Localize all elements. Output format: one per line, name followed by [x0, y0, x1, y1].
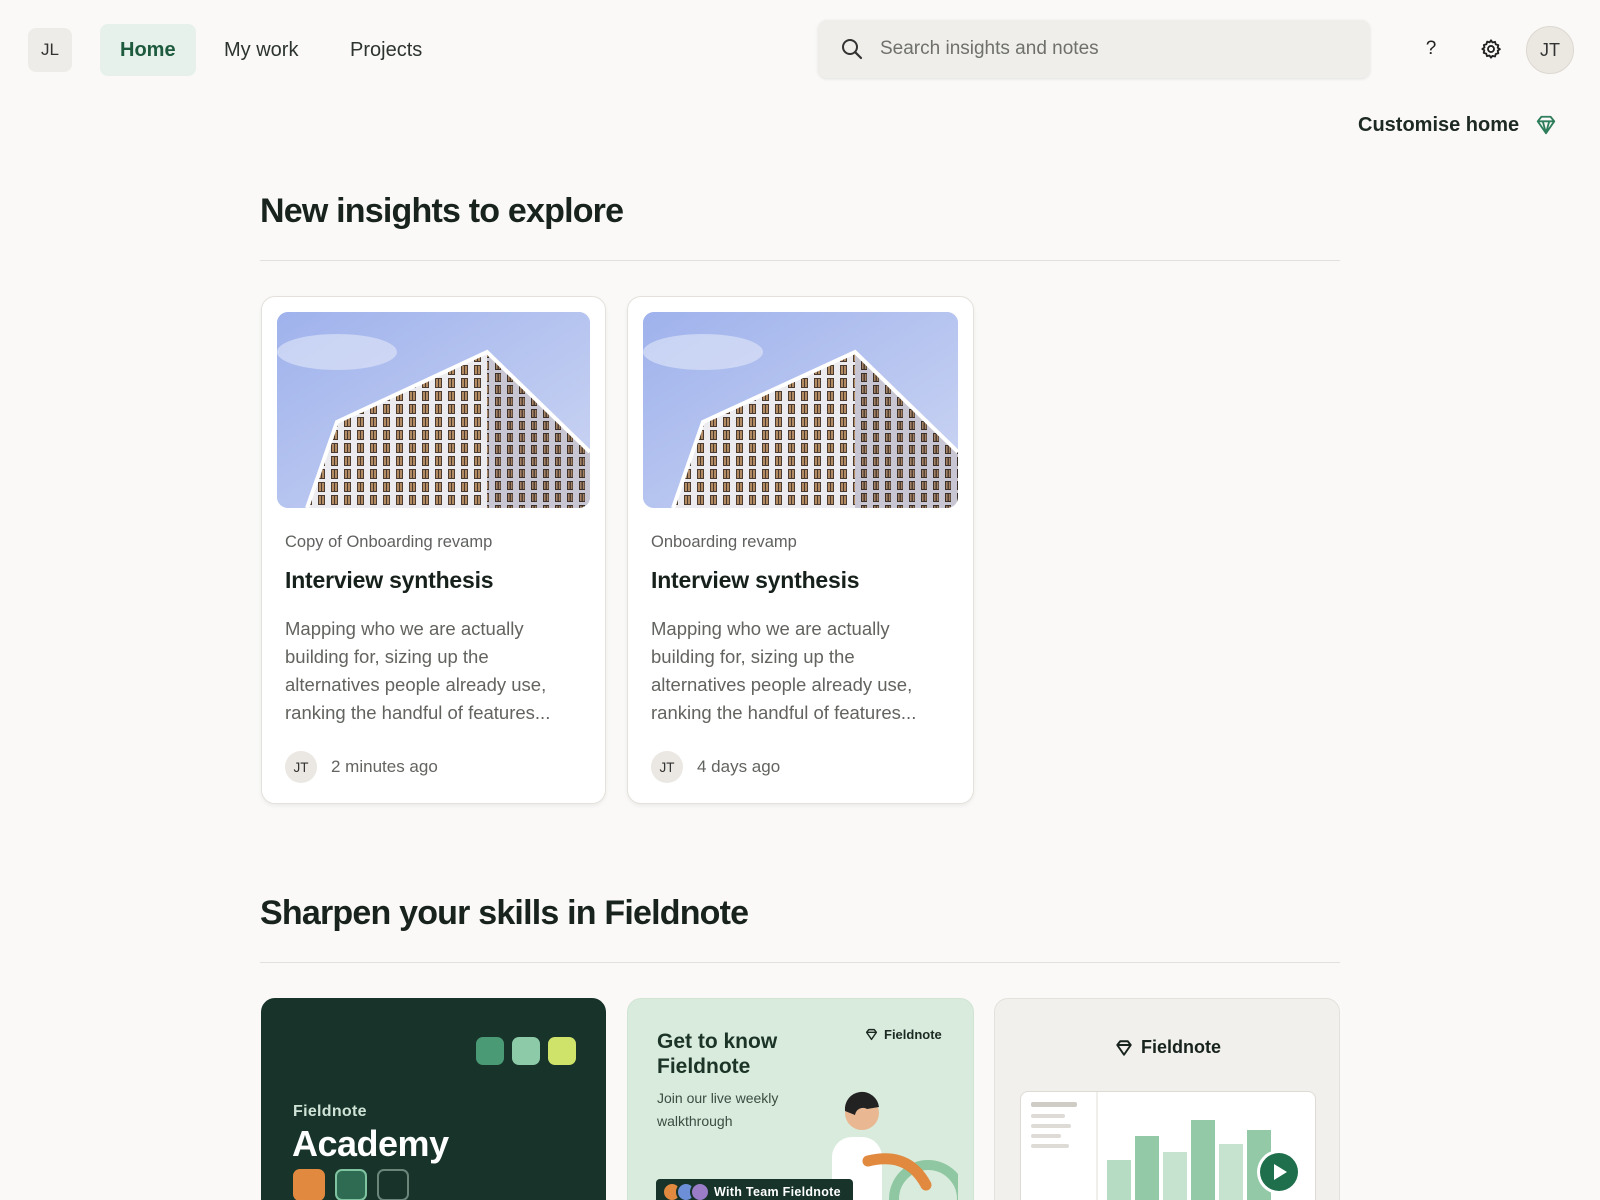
card-description: Mapping who we are actually building for…: [285, 618, 551, 723]
insight-card-image: [277, 312, 590, 508]
demo-brand-label: Fieldnote: [1141, 1037, 1221, 1057]
walkthrough-brand-label: Fieldnote: [884, 1027, 942, 1042]
card-author-avatar: JT: [285, 751, 317, 783]
building-image: [277, 312, 590, 508]
card-project-name: Copy of Onboarding revamp: [285, 533, 493, 551]
host-avatar: [690, 1182, 710, 1200]
walkthrough-brand: Fieldnote: [865, 1027, 942, 1042]
insight-card-image: [643, 312, 958, 508]
decor-square: [335, 1169, 367, 1200]
nav-my-work[interactable]: My work: [204, 24, 318, 76]
help-button[interactable]: ?: [1408, 26, 1454, 72]
search-input[interactable]: [880, 20, 1350, 78]
decor-square: [377, 1169, 409, 1200]
decor-square: [293, 1169, 325, 1200]
card-title: Interview synthesis: [651, 567, 860, 593]
building-image: [643, 312, 958, 508]
insight-card[interactable]: Copy of Onboarding revamp Interview synt…: [261, 296, 606, 804]
workspace-switcher[interactable]: JL: [28, 28, 72, 72]
academy-tile[interactable]: Fieldnote Academy: [261, 998, 606, 1200]
decor-square: [512, 1037, 540, 1065]
gem-icon: [1536, 115, 1556, 135]
academy-brand: Fieldnote: [293, 1103, 367, 1120]
customise-home-label: Customise home: [1358, 113, 1520, 136]
demo-brand: Fieldnote: [1115, 1037, 1221, 1058]
walkthrough-host-label: With Team Fieldnote: [714, 1185, 841, 1199]
decor-square: [548, 1037, 576, 1065]
customise-home-button[interactable]: Customise home: [1358, 108, 1557, 142]
card-title: Interview synthesis: [285, 567, 494, 593]
skills-section-title: Sharpen your skills in Fieldnote: [260, 894, 749, 932]
card-timestamp: 4 days ago: [697, 757, 781, 776]
nav-projects[interactable]: Projects: [330, 24, 442, 76]
walkthrough-subtitle: Join our live weekly walkthrough: [657, 1090, 779, 1129]
academy-title: Academy: [292, 1123, 449, 1164]
insights-section-title: New insights to explore: [260, 192, 624, 230]
gear-icon: [1481, 39, 1501, 59]
card-description: Mapping who we are actually building for…: [651, 618, 917, 723]
search-bar[interactable]: [818, 20, 1370, 78]
demo-preview: [1020, 1091, 1316, 1200]
walkthrough-title: Get to know Fieldnote: [657, 1030, 778, 1078]
product-demo-tile[interactable]: Fieldnote: [994, 998, 1340, 1200]
gem-icon: [1116, 1039, 1132, 1056]
card-author-avatar: JT: [651, 751, 683, 783]
search-icon: [842, 39, 863, 60]
gem-icon: [865, 1028, 878, 1041]
settings-button[interactable]: [1468, 26, 1514, 72]
top-bar: JL Home My work Projects ? JT Customise …: [0, 0, 1600, 136]
card-project-name: Onboarding revamp: [651, 533, 797, 551]
user-avatar[interactable]: JT: [1526, 26, 1574, 74]
demo-preview-graphic: [1031, 1092, 1301, 1200]
walkthrough-tile[interactable]: Get to know Fieldnote Join our live week…: [627, 998, 974, 1200]
help-icon: ?: [1425, 38, 1437, 59]
skills-divider: [260, 962, 1340, 963]
walkthrough-host-pill: With Team Fieldnote: [656, 1179, 853, 1200]
insights-divider: [260, 260, 1340, 261]
decor-square: [476, 1037, 504, 1065]
insight-card[interactable]: Onboarding revamp Interview synthesis Ma…: [627, 296, 974, 804]
card-timestamp: 2 minutes ago: [331, 757, 438, 776]
nav-home[interactable]: Home: [100, 24, 196, 76]
